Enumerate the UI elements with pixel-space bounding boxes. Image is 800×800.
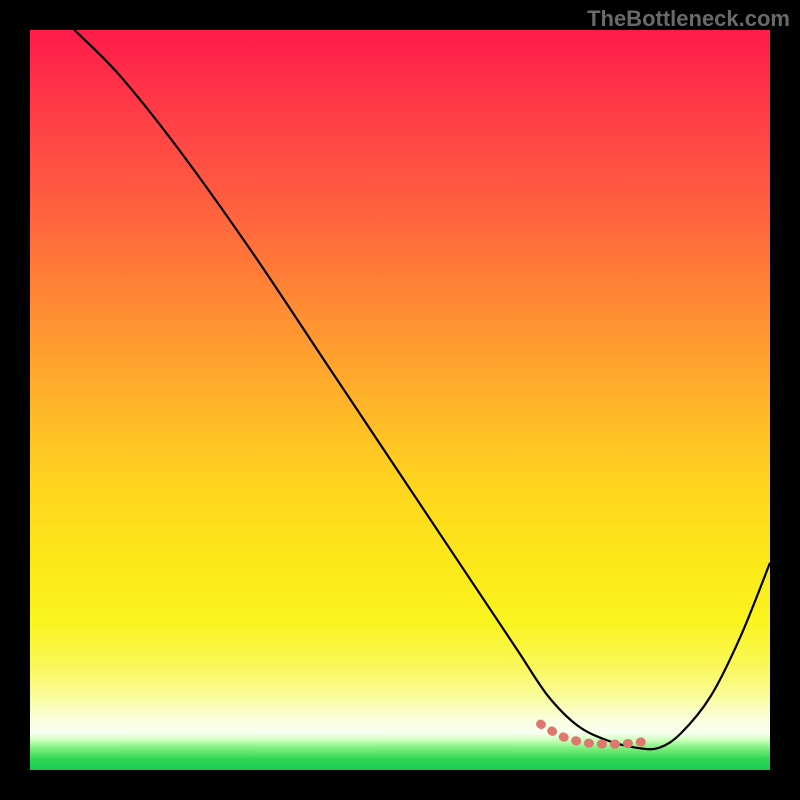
bottleneck-curve — [74, 30, 770, 749]
optimal-zone-highlight — [541, 724, 652, 744]
chart-plot-area — [30, 30, 770, 770]
watermark-text: TheBottleneck.com — [587, 6, 790, 32]
chart-svg — [30, 30, 770, 770]
